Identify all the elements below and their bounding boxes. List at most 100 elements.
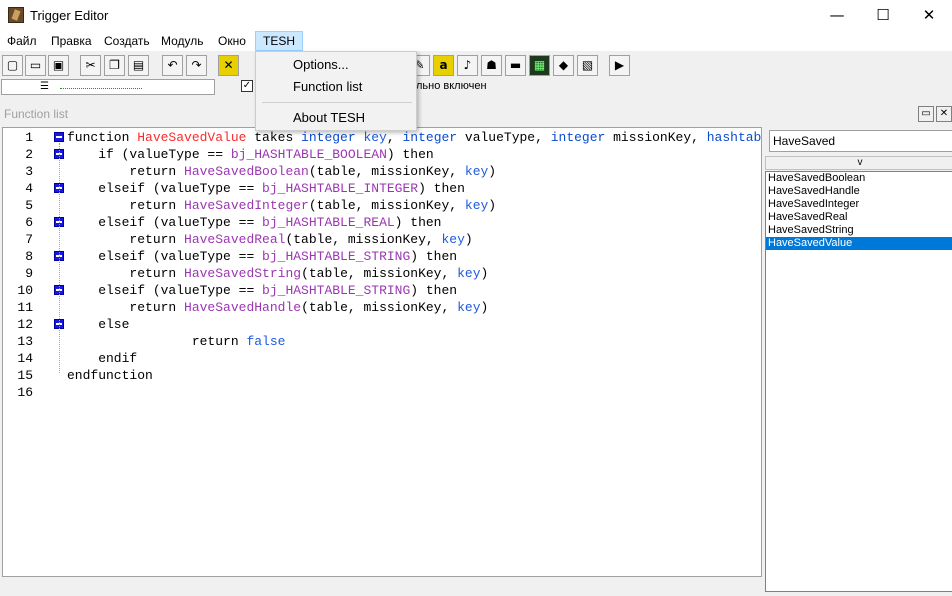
code-token: bj_HASHTABLE_STRING [262, 283, 411, 298]
function-list-item[interactable]: HaveSavedReal [766, 211, 952, 224]
minimize-button[interactable]: — [814, 0, 860, 31]
panel-minimize-button[interactable]: ▭ [918, 106, 934, 122]
function-list-item[interactable]: HaveSavedBoolean [766, 172, 952, 185]
code-token: endif [67, 351, 138, 366]
helmet-icon[interactable]: ☗ [481, 55, 502, 76]
code-token: function [67, 130, 138, 145]
code-token: elseif ( [67, 215, 161, 230]
copy-icon[interactable]: ❐ [104, 55, 125, 76]
combo-dotted-line [60, 88, 142, 89]
menu-file[interactable]: Файл [0, 31, 44, 51]
code-token: valueType == [160, 215, 263, 230]
code-line: endfunction [67, 367, 153, 384]
code-token: missionKey, [605, 130, 707, 145]
line-number: 4 [25, 181, 33, 196]
fold-guide-line [59, 143, 60, 373]
code-token: (table, missionKey, [308, 198, 465, 213]
code-token: bj_HASHTABLE_STRING [262, 249, 411, 264]
menu-item-about-tesh[interactable]: About TESH [293, 110, 365, 125]
line-number: 9 [25, 266, 33, 281]
line-number: 7 [25, 232, 33, 247]
paste-icon[interactable]: ▤ [128, 55, 149, 76]
sound-icon[interactable]: ♪ [457, 55, 478, 76]
code-token: ) [480, 266, 489, 281]
export-icon[interactable]: ▶ [609, 55, 630, 76]
menu-tesh[interactable]: TESH [255, 31, 304, 51]
code-token: return [67, 300, 185, 315]
menu-item-function-list[interactable]: Function list [293, 79, 362, 94]
toolbar: ▢ ▭ ▣ ✂ ❐ ▤ ↶ ↷ ✕ ✎ a ♪ ☗ ▬ ▦ ◆ ▧ ▶ [0, 53, 952, 79]
code-line: if (valueType == bj_HASHTABLE_BOOLEAN) t… [67, 146, 434, 163]
delete-icon[interactable]: ✕ [218, 55, 239, 76]
code-editor[interactable]: 1 2 3 4 5 6 7 8 9 10 11 12 13 14 15 16 function HaveSav… [2, 127, 762, 577]
code-token: ) then [386, 147, 434, 162]
code-line: return HaveSavedString(table, missionKey… [67, 265, 488, 282]
code-token: (table, missionKey, [285, 232, 442, 247]
code-line: elseif (valueType == bj_HASHTABLE_INTEGE… [67, 180, 465, 197]
function-list-panel: HaveSaved v HaveSavedBoolean HaveSavedHan… [764, 127, 952, 592]
line-number: 3 [25, 164, 33, 179]
menu-bar: Файл Правка Создать Модуль Окно TESH [0, 31, 952, 51]
function-list-item[interactable]: HaveSavedHandle [766, 185, 952, 198]
code-token: HaveSavedReal [184, 232, 286, 247]
line-number: 13 [17, 334, 33, 349]
line-number: 16 [17, 385, 33, 400]
code-token: ) then [394, 215, 442, 230]
panel-close-button[interactable]: ✕ [936, 106, 952, 122]
redo-icon[interactable]: ↷ [186, 55, 207, 76]
fold-toggle-icon[interactable] [54, 132, 64, 142]
disk-icon[interactable]: ◆ [553, 55, 574, 76]
function-list-item[interactable]: HaveSavedInteger [766, 198, 952, 211]
code-token: elseif ( [67, 283, 161, 298]
menu-window[interactable]: Окно [211, 31, 253, 51]
line-number: 6 [25, 215, 33, 230]
code-token: return [67, 232, 185, 247]
trigger-combo[interactable]: ☰ [1, 79, 215, 95]
menu-item-options[interactable]: Options... [293, 57, 349, 72]
code-line: function HaveSavedValue takes integer ke… [67, 129, 761, 146]
code-token: elseif ( [67, 249, 161, 264]
terrain-icon[interactable]: ▦ [529, 55, 550, 76]
function-list-item[interactable]: HaveSavedString [766, 224, 952, 237]
window-title: Trigger Editor [30, 8, 109, 23]
undo-icon[interactable]: ↶ [162, 55, 183, 76]
line-number: 14 [17, 351, 33, 366]
code-token: (table, missionKey, [301, 266, 458, 281]
code-line: else [67, 316, 129, 333]
status-row: ☰ ✓ льно включен [0, 79, 952, 95]
code-token: integer [402, 130, 458, 145]
code-token: valueType, [457, 130, 551, 145]
keyboard-icon[interactable]: ▬ [505, 55, 526, 76]
close-button[interactable]: ✕ [906, 0, 952, 31]
code-line: return HaveSavedInteger(table, missionKe… [67, 197, 496, 214]
new-file-icon[interactable]: ▢ [2, 55, 23, 76]
line-number: 15 [17, 368, 33, 383]
code-token: key [457, 300, 481, 315]
code-line: elseif (valueType == bj_HASHTABLE_STRING… [67, 248, 457, 265]
document-add-icon[interactable]: ▧ [577, 55, 598, 76]
code-token: if ( [67, 147, 130, 162]
menu-create[interactable]: Создать [97, 31, 157, 51]
code-token: ) [488, 164, 497, 179]
line-number: 11 [17, 300, 33, 315]
maximize-button[interactable]: ☐ [860, 0, 906, 31]
menu-module[interactable]: Модуль [154, 31, 211, 51]
code-token: bj_HASHTABLE_REAL [262, 215, 395, 230]
enabled-checkbox[interactable]: ✓ [241, 80, 253, 92]
save-icon[interactable]: ▣ [48, 55, 69, 76]
code-token: HaveSavedString [184, 266, 302, 281]
cut-icon[interactable]: ✂ [80, 55, 101, 76]
function-search-input[interactable]: HaveSaved [769, 130, 952, 152]
menu-edit[interactable]: Правка [44, 31, 99, 51]
open-folder-icon[interactable]: ▭ [25, 55, 46, 76]
code-token: (table, missionKey, [301, 300, 458, 315]
function-list: HaveSavedBoolean HaveSavedHandle HaveSaved… [765, 171, 952, 592]
line-number: 10 [17, 283, 33, 298]
line-number: 8 [25, 249, 33, 264]
code-token: bj_HASHTABLE_BOOLEAN [230, 147, 387, 162]
function-list-item[interactable]: HaveSavedValue [766, 237, 952, 250]
code-token: (table, missionKey, [308, 164, 465, 179]
a-text-icon[interactable]: a [433, 55, 454, 76]
panel-header: Function list ▭ ✕ [0, 104, 952, 124]
sort-button[interactable]: v [765, 156, 952, 170]
